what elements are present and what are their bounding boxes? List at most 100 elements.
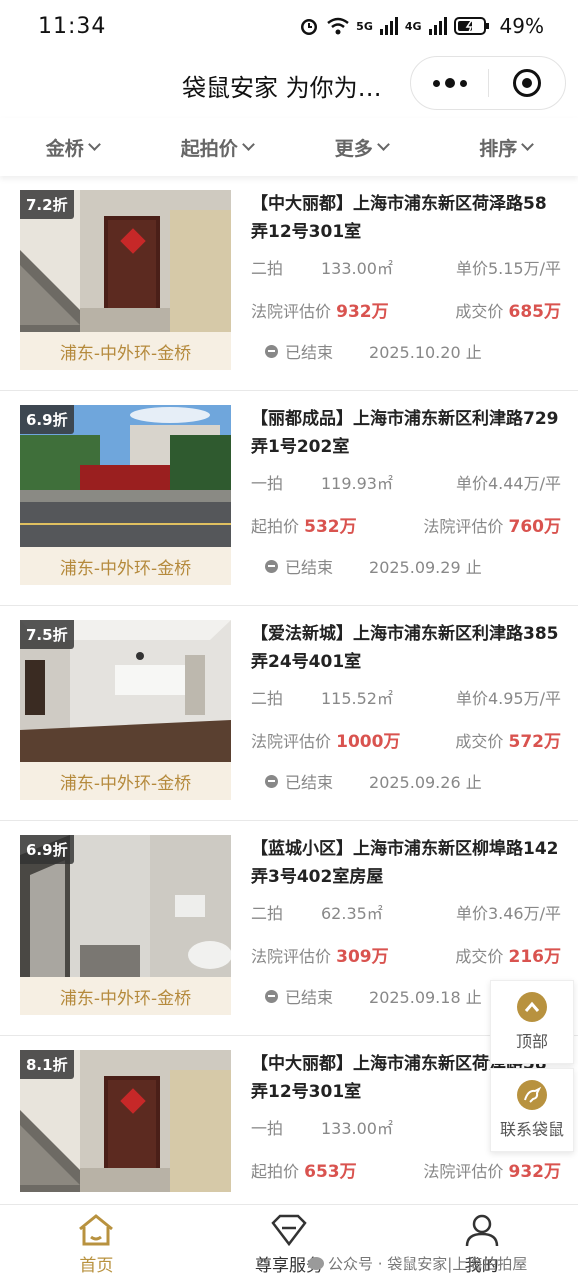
district-tag: 浦东-中外环-金桥 (20, 762, 231, 800)
discount-badge: 6.9折 (20, 835, 74, 864)
price-b-label: 成交价 (455, 301, 504, 321)
status-bar: 11:34 5G 4G 49% (0, 0, 578, 56)
listing-card[interactable]: 7.5折 浦东-中外环-金桥 【爱法新城】上海市浦东新区利津路385弄24号40… (0, 606, 578, 821)
price-b-value: 216万 (508, 946, 562, 967)
back-to-top-label: 顶部 (515, 1032, 548, 1051)
unit-price: 单价4.44万/平 (455, 474, 561, 493)
auction-round: 一拍 (251, 1119, 284, 1138)
auction-status: 已结束 (285, 558, 334, 577)
area: 133.00㎡ (321, 1119, 393, 1138)
price-b-value: 685万 (508, 301, 562, 322)
battery-percent: 49% (499, 14, 544, 38)
price-a-value: 653万 (304, 1161, 357, 1182)
discount-badge: 7.5折 (20, 620, 74, 649)
listing-meta-row: 二拍 133.00㎡ 单价5.15万/平 (251, 246, 561, 288)
filter-more[interactable]: 更多 (289, 118, 434, 176)
wifi-icon (327, 17, 349, 35)
filter-start-price[interactable]: 起拍价 (145, 118, 290, 176)
auction-status: 已结束 (285, 343, 334, 362)
listing-info: 【爱法新城】上海市浦东新区利津路385弄24号401室 二拍 115.52㎡ 单… (251, 620, 561, 802)
listing-price-row: 法院评估价 932万 成交价 685万 (251, 288, 561, 330)
property-photo: 6.9折 (20, 405, 231, 547)
auction-status: 已结束 (285, 773, 334, 792)
price-a-label: 法院评估价 (251, 731, 332, 751)
area: 62.35㎡ (321, 904, 383, 923)
listing-info: 【中大丽都】上海市浦东新区荷泽路58弄12号301室 二拍 133.00㎡ 单价… (251, 190, 561, 372)
area: 115.52㎡ (321, 689, 393, 708)
discount-badge: 8.1折 (20, 1050, 74, 1079)
price-a-value: 532万 (304, 516, 357, 537)
area: 133.00㎡ (321, 259, 393, 278)
unit-price: 单价4.95万/平 (455, 689, 561, 708)
status-icons: 5G 4G 49% (298, 14, 544, 38)
end-date: 2025.10.20 止 (369, 343, 482, 362)
listing-status-row: 已结束 2025.09.29 止 (251, 545, 561, 587)
price-b: 法院评估价 760万 (423, 512, 561, 537)
listing-info: 【丽都成品】上海市浦东新区利津路729弄1号202室 一拍 119.93㎡ 单价… (251, 405, 561, 587)
price-b: 成交价 572万 (455, 727, 561, 752)
district-tag: 浦东-中外环-金桥 (20, 332, 231, 370)
price-b-label: 法院评估价 (423, 516, 504, 536)
price-a: 起拍价 532万 (251, 512, 357, 537)
battery-charging-icon (453, 17, 489, 35)
user-icon (465, 1214, 498, 1247)
price-a-value: 932万 (336, 301, 389, 322)
filter-label: 金桥 (45, 137, 84, 160)
listing-card[interactable]: 7.2折 浦东-中外环-金桥 【中大丽都】上海市浦东新区荷泽路58弄12号301… (0, 176, 578, 391)
listing-title: 【中大丽都】上海市浦东新区荷泽路58弄12号301室 (251, 194, 547, 242)
network-label-2: 4G (404, 19, 422, 33)
watermark: 公众号 · 袋鼠安家|上海拍拍屋 (308, 1253, 527, 1274)
more-menu-button[interactable] (411, 57, 488, 109)
price-a-label: 起拍价 (251, 1161, 300, 1181)
nav-home[interactable]: 首页 (0, 1205, 193, 1284)
listing-price-row: 起拍价 653万 法院评估价 932万 (251, 1148, 561, 1190)
listing-meta-row: 二拍 115.52㎡ 单价4.95万/平 (251, 676, 561, 718)
discount-badge: 7.2折 (20, 190, 74, 219)
mini-program-capsule (410, 56, 566, 110)
end-date: 2025.09.29 止 (369, 558, 482, 577)
target-icon (512, 69, 541, 97)
price-a: 起拍价 653万 (251, 1157, 357, 1182)
property-photo: 7.5折 (20, 620, 231, 762)
ended-icon (265, 774, 278, 788)
price-a: 法院评估价 1000万 (251, 727, 400, 752)
chevron-down-icon (376, 138, 390, 151)
ended-icon (265, 989, 278, 1003)
price-a-label: 法院评估价 (251, 946, 332, 966)
close-button[interactable] (489, 57, 565, 109)
filter-label: 起拍价 (180, 137, 238, 160)
price-a-value: 309万 (336, 946, 389, 967)
unit-price: 单价5.15万/平 (455, 259, 561, 278)
price-b-value: 932万 (508, 1161, 562, 1182)
discount-badge: 6.9折 (20, 405, 74, 434)
back-to-top-button[interactable]: 顶部 (490, 980, 574, 1064)
property-photo: 8.1折 (20, 1050, 231, 1192)
end-date: 2025.09.18 止 (369, 988, 482, 1007)
price-a-value: 1000万 (336, 731, 401, 752)
auction-round: 一拍 (251, 474, 284, 493)
listing-card[interactable]: 6.9折 浦东-中外环-金桥 【丽都成品】上海市浦东新区利津路729弄1号202… (0, 391, 578, 606)
price-b: 法院评估价 932万 (423, 1157, 561, 1182)
area: 119.93㎡ (321, 474, 393, 493)
chevron-down-icon (87, 138, 101, 151)
ended-icon (265, 344, 278, 358)
listing-title: 【丽都成品】上海市浦东新区利津路729弄1号202室 (251, 409, 559, 457)
kangaroo-icon (517, 1080, 547, 1110)
price-b-label: 成交价 (455, 946, 504, 966)
signal-icon (428, 17, 447, 35)
filter-district[interactable]: 金桥 (0, 118, 145, 176)
district-tag: 浦东-中外环-金桥 (20, 977, 231, 1015)
listing-status-row: 已结束 2025.09.26 止 (251, 760, 561, 802)
contact-button[interactable]: 联系袋鼠 (490, 1068, 574, 1152)
auction-round: 二拍 (251, 689, 284, 708)
price-a: 法院评估价 932万 (251, 297, 389, 322)
dot-icon (432, 79, 440, 87)
nav-label: 首页 (79, 1256, 114, 1276)
status-time: 11:34 (38, 14, 107, 39)
unit-price: 单价3.46万/平 (455, 904, 561, 923)
listing-title: 【爱法新城】上海市浦东新区利津路385弄24号401室 (251, 624, 559, 672)
listing-meta-row: 二拍 62.35㎡ 单价3.46万/平 (251, 891, 561, 933)
filter-sort[interactable]: 排序 (434, 118, 578, 176)
auction-status: 已结束 (285, 988, 334, 1007)
diamond-icon (271, 1214, 307, 1247)
